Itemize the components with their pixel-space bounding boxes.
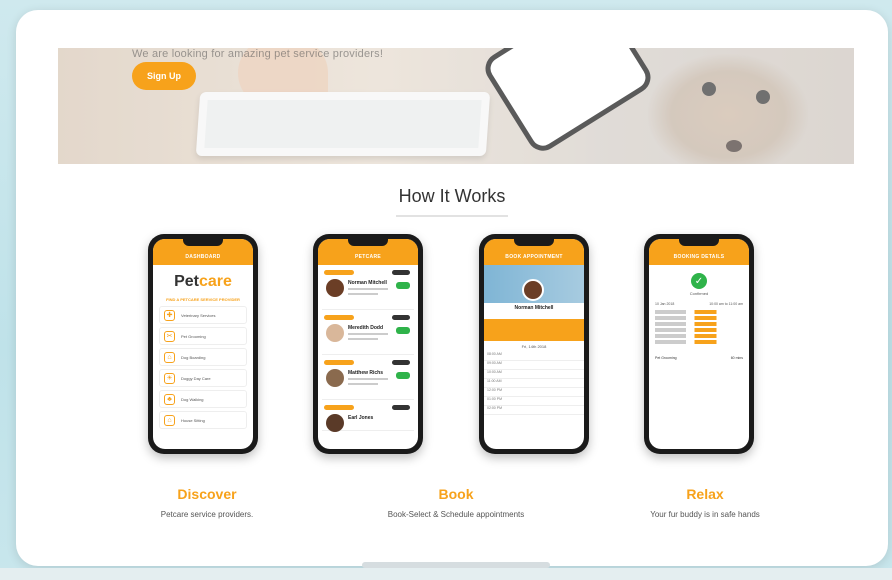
step-description-relax: Your fur buddy is in safe hands	[650, 510, 760, 519]
tag-pill	[324, 270, 354, 275]
status-pill	[396, 327, 410, 334]
avatar	[326, 279, 344, 297]
discover-subhead: FIND A PETCARE SERVICE PROVIDER	[166, 297, 240, 302]
provider-name: Norman Mitchell	[514, 305, 554, 311]
check-icon: ✓	[691, 273, 707, 289]
avatar	[326, 369, 344, 387]
step-title-discover: Discover	[177, 486, 237, 502]
service-item: ⌂ House Sitting	[159, 411, 247, 429]
house-icon: ⌂	[164, 351, 175, 363]
scissors-icon: ✂	[164, 330, 175, 342]
step-title-book: Book	[438, 486, 474, 502]
time-slot[interactable]: 08:00 AM	[484, 352, 584, 361]
sign-up-button[interactable]: Sign Up	[132, 62, 196, 90]
booking-datetime: 10 Jan 2018 10:00 am to 11:00 am	[655, 302, 743, 306]
detail-row	[655, 328, 743, 332]
service-item: ♣ Dog Walking	[159, 390, 247, 408]
text-line	[348, 378, 388, 380]
phone-mockup-book-list: PETCARE Norman Mitchell Meredith Dodd Ma…	[313, 234, 423, 454]
service-item: ⌂ Dog Boarding	[159, 348, 247, 366]
text-line	[348, 338, 378, 340]
booking-summary	[484, 319, 584, 341]
avatar	[326, 414, 344, 432]
provider-name: Matthew Richs	[348, 370, 384, 376]
detail-row	[655, 316, 743, 320]
phone-notch	[679, 239, 719, 246]
time-slot[interactable]: 10:00 AM	[484, 370, 584, 379]
service-line: Pet Grooming 60 mins	[655, 356, 743, 360]
browser-frame: We are looking for amazing pet service p…	[16, 10, 888, 566]
avatar	[522, 279, 544, 301]
home-indicator	[362, 562, 550, 568]
provider-banner	[484, 265, 584, 303]
time-slot[interactable]: 09:00 AM	[484, 361, 584, 370]
step-description-discover: Petcare service providers.	[160, 510, 254, 519]
phone-mockup-book-detail: BOOK APPOINTMENT Norman Mitchell Fri, 14…	[479, 234, 589, 454]
text-line	[348, 293, 378, 295]
hero-banner: We are looking for amazing pet service p…	[58, 48, 854, 164]
booking-status: Confirmed	[689, 291, 709, 296]
book-pill	[392, 270, 410, 275]
service-item: ✂ Pet Grooming	[159, 327, 247, 345]
service-item: ☀ Doggy Day Care	[159, 369, 247, 387]
booking-date: Fri, 14th 2018	[521, 344, 547, 349]
text-line	[348, 333, 388, 335]
time-slot[interactable]: 02:00 PM	[484, 406, 584, 415]
provider-card: Earl Jones	[322, 403, 414, 432]
book-pill	[392, 315, 410, 320]
time-slot[interactable]: 12:00 PM	[484, 388, 584, 397]
vet-icon: ✚	[164, 309, 175, 321]
section-title: How It Works	[398, 186, 506, 206]
paw-icon: ♣	[164, 393, 175, 405]
text-line	[348, 288, 388, 290]
phone-screen: BOOKING DETAILS ✓ Confirmed 10 Jan 2018 1…	[649, 239, 749, 449]
book-pill	[392, 360, 410, 365]
phone-screen: BOOK APPOINTMENT Norman Mitchell Fri, 14…	[484, 239, 584, 449]
time-slot[interactable]: 11:00 AM	[484, 379, 584, 388]
provider-name: Meredith Dodd	[348, 325, 383, 331]
sun-icon: ☀	[164, 372, 175, 384]
text-line	[348, 383, 378, 385]
tag-pill	[324, 360, 354, 365]
time-slot[interactable]: 01:00 PM	[484, 397, 584, 406]
tag-pill	[324, 315, 354, 320]
phone-notch	[183, 239, 223, 246]
tag-pill	[324, 405, 354, 410]
phone-notch	[514, 239, 554, 246]
provider-card: Norman Mitchell	[322, 268, 414, 310]
detail-row	[655, 322, 743, 326]
provider-card: Matthew Richs	[322, 358, 414, 400]
phone-mockup-relax: BOOKING DETAILS ✓ Confirmed 10 Jan 2018 1…	[644, 234, 754, 454]
status-pill	[396, 372, 410, 379]
phone-mockup-discover: DASHBOARD Petcare FIND A PETCARE SERVICE…	[148, 234, 258, 454]
home-icon: ⌂	[164, 414, 175, 426]
phone-screen: PETCARE Norman Mitchell Meredith Dodd Ma…	[318, 239, 418, 449]
detail-row	[655, 334, 743, 338]
step-title-relax: Relax	[686, 486, 724, 502]
phone-screen: DASHBOARD Petcare FIND A PETCARE SERVICE…	[153, 239, 253, 449]
status-pill	[396, 282, 410, 289]
service-item: ✚ Veterinary Services	[159, 306, 247, 324]
detail-row	[655, 340, 743, 344]
hero-tagline: We are looking for amazing pet service p…	[132, 48, 384, 60]
provider-name: Earl Jones	[348, 415, 374, 421]
step-description-book: Book-Select & Schedule appointments	[387, 510, 525, 519]
phone-notch	[348, 239, 388, 246]
title-underline	[396, 215, 508, 217]
provider-card: Meredith Dodd	[322, 313, 414, 355]
provider-name: Norman Mitchell	[348, 280, 387, 286]
petcare-logo: Petcare	[174, 273, 232, 290]
bottom-bar	[0, 568, 892, 580]
avatar	[326, 324, 344, 342]
book-pill	[392, 405, 410, 410]
detail-row	[655, 310, 743, 314]
